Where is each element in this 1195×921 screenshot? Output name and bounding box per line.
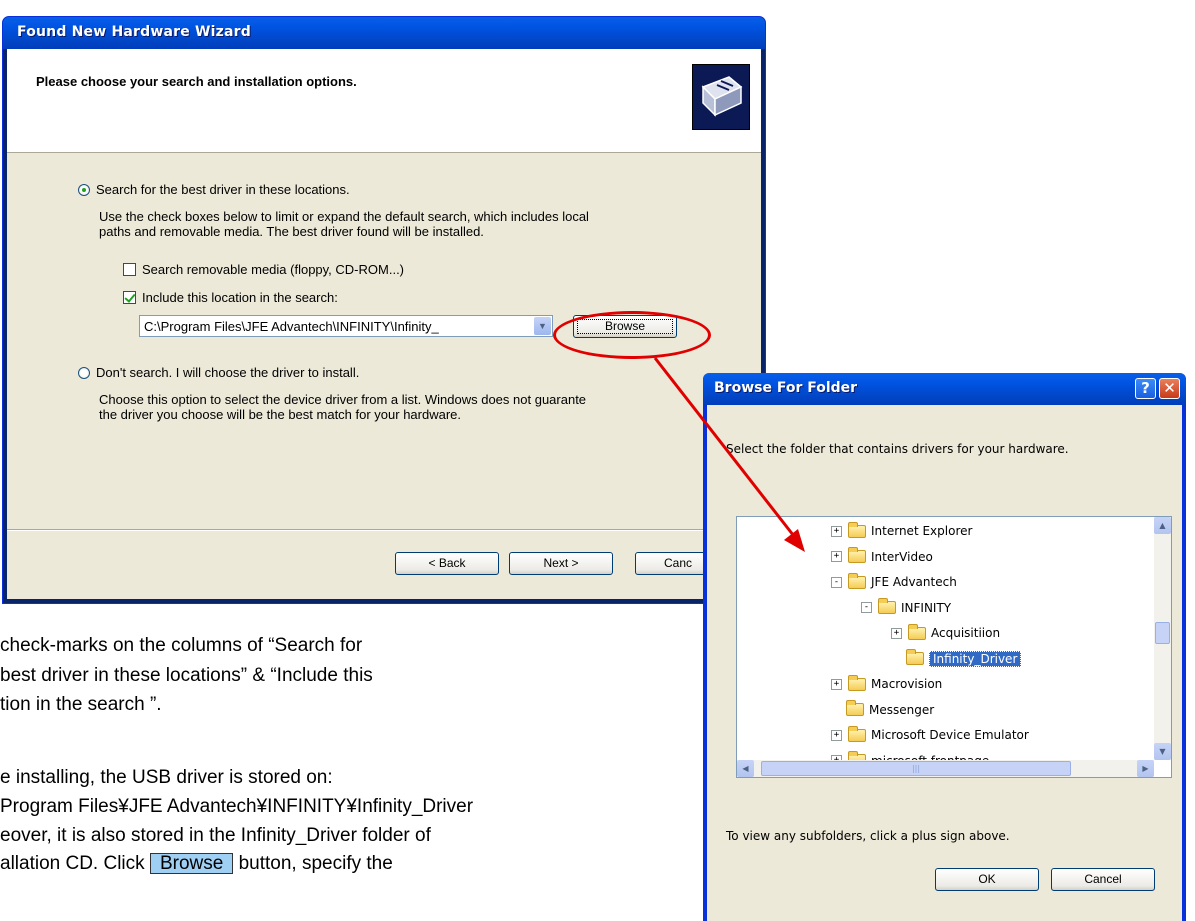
doc-text: button, specify the (238, 853, 393, 874)
doc-line: tion in the search ”. (0, 694, 162, 715)
doc-line: e installing, the USB driver is stored o… (0, 767, 333, 788)
doc-line-browse: allation CD. Click Browse button, specif… (0, 853, 393, 875)
doc-line: check-marks on the columns of “Search fo… (0, 635, 363, 656)
doc-text: allation CD. Click (0, 853, 145, 874)
doc-line: Program Files¥JFE Advantech¥INFINITY¥Inf… (0, 796, 474, 817)
doc-line: eover, it is also stored in the Infinity… (0, 825, 431, 846)
inline-browse-button: Browse (149, 853, 234, 874)
doc-line: best driver in these locations” & “Inclu… (0, 665, 373, 686)
